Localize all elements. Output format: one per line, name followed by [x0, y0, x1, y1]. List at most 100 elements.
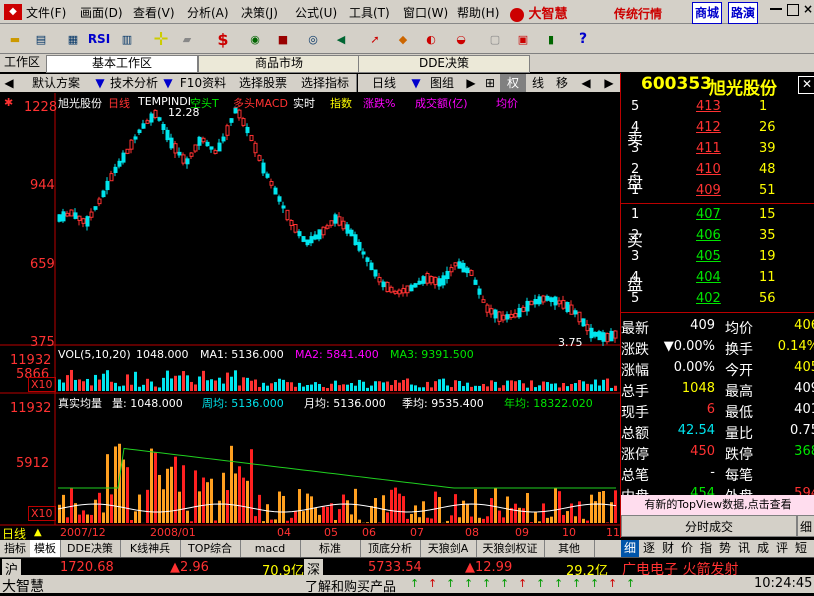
tab-move[interactable]: 移 — [550, 74, 575, 92]
menu-help[interactable]: 帮助(H) — [457, 4, 499, 21]
tab-indicator[interactable]: 指标 — [0, 540, 31, 557]
restore-icon[interactable] — [787, 4, 799, 16]
square-icon[interactable]: ■ — [272, 28, 294, 50]
ask-row[interactable]: 341139 — [621, 139, 814, 160]
grid-icon[interactable]: ▦ — [62, 28, 84, 50]
subtab[interactable]: 势 — [716, 540, 734, 557]
tab-sirius-warrant[interactable]: 天狼剑权证 — [476, 540, 545, 557]
binoculars-icon[interactable]: ◎ — [302, 28, 324, 50]
subtab[interactable]: 逐 — [640, 540, 658, 557]
candle-body — [306, 240, 309, 245]
tab-daily[interactable]: 日线 — [358, 74, 411, 92]
volume-bar — [474, 386, 477, 391]
tab-f10[interactable]: F10资料 — [174, 74, 233, 92]
tab-select-stock[interactable]: 选择股票 — [232, 74, 295, 92]
tab-other[interactable]: 其他 — [544, 540, 595, 557]
left-arrow-icon[interactable]: ◀ — [0, 74, 19, 92]
crosshair-icon[interactable]: ✛ — [150, 28, 172, 50]
status-hint[interactable]: 了解和购买产品 — [305, 576, 396, 595]
menu-analysis[interactable]: 分析(A) — [187, 4, 229, 21]
ask-row[interactable]: 140951 — [621, 181, 814, 202]
arrow-icon[interactable]: ➚ — [364, 28, 386, 50]
subtab[interactable]: 成 — [754, 540, 772, 557]
shop-button[interactable]: 商城 — [692, 2, 722, 24]
rsi-icon[interactable]: RSI — [86, 28, 112, 50]
tab-top[interactable]: TOP综合 — [180, 540, 241, 557]
tab-scroll[interactable] — [594, 540, 620, 557]
ask-row[interactable]: 54131 — [621, 97, 814, 118]
glasses-icon[interactable]: ◉ — [244, 28, 266, 50]
ask-row[interactable]: 441226 — [621, 118, 814, 139]
triangle-icon[interactable]: ▲ — [34, 527, 44, 537]
tab-template[interactable]: 模板 — [30, 540, 61, 557]
tab-tech-analysis[interactable]: 技术分析 — [106, 74, 163, 92]
right-arrow-icon[interactable]: ▶ — [598, 74, 621, 92]
roadshow-button[interactable]: 路演 — [728, 2, 758, 24]
tab-line[interactable]: 线 — [526, 74, 551, 92]
tab-dde[interactable]: DDE决策 — [60, 540, 121, 557]
topview-notice[interactable]: 有新的TopView数据,点击查看 — [621, 495, 814, 515]
candle-body — [462, 263, 465, 272]
ask-row[interactable]: 241048 — [621, 160, 814, 181]
tab-default-scheme[interactable]: 默认方案 — [18, 74, 95, 92]
left-arrow-icon[interactable]: ◀ — [574, 74, 599, 92]
tab-commodity-market[interactable]: 商品市场 — [198, 55, 360, 73]
tab-rights[interactable]: 权 — [500, 74, 527, 92]
tab-standard[interactable]: 标准 — [300, 540, 361, 557]
grid-toggle-icon[interactable]: ⊞ — [480, 74, 501, 92]
right-arrow-icon[interactable]: ▶ — [462, 74, 481, 92]
menu-window[interactable]: 窗口(W) — [403, 4, 448, 21]
line-icon[interactable]: ◒ — [450, 28, 472, 50]
tab-kline[interactable]: K线神兵 — [120, 540, 181, 557]
tab-dde-decision[interactable]: DDE决策 — [358, 55, 530, 73]
menu-formula[interactable]: 公式(U) — [295, 4, 337, 21]
window-icon[interactable]: ▣ — [512, 28, 534, 50]
subtab[interactable]: 价 — [678, 540, 696, 557]
subtab[interactable]: 指 — [697, 540, 715, 557]
bid-row[interactable]: 440411 — [621, 268, 814, 289]
tab-basic-workspace[interactable]: 基本工作区 — [46, 55, 198, 73]
settings-icon[interactable]: ✱ — [4, 96, 13, 109]
menu-view-screen[interactable]: 画面(D) — [80, 4, 123, 21]
subtab[interactable]: 讯 — [735, 540, 753, 557]
tab-topbottom[interactable]: 顶底分析 — [360, 540, 421, 557]
table-icon[interactable]: ▥ — [116, 28, 138, 50]
ruler-icon[interactable]: ▰ — [176, 28, 198, 50]
close-icon[interactable]: × — [803, 2, 813, 16]
subtab[interactable]: 细 — [621, 540, 639, 557]
minimize-icon[interactable] — [770, 5, 782, 10]
trades-button[interactable]: 分时成交 — [621, 515, 797, 537]
avg-volume-bar — [342, 495, 345, 523]
circle-icon[interactable]: ◐ — [420, 28, 442, 50]
tab-select-indicator[interactable]: 选择指标 — [294, 74, 357, 92]
chart-icon[interactable]: ▤ — [30, 28, 52, 50]
subtab[interactable]: 评 — [773, 540, 791, 557]
subtab[interactable]: 短 — [792, 540, 810, 557]
menu-file[interactable]: 文件(F) — [26, 4, 66, 21]
sz-index: 5733.54 — [368, 560, 422, 575]
tab-macd[interactable]: macd — [240, 540, 301, 557]
clipboard-icon[interactable]: ▢ — [484, 28, 506, 50]
menu-view[interactable]: 查看(V) — [133, 4, 175, 21]
diamond-icon[interactable]: ◆ — [392, 28, 414, 50]
tab-chart-group[interactable]: 图组 — [422, 74, 463, 92]
speaker-icon[interactable]: ◀ — [330, 28, 352, 50]
subtab[interactable]: 财 — [659, 540, 677, 557]
bid-row[interactable]: 140715 — [621, 205, 814, 226]
chart-area[interactable] — [0, 93, 620, 540]
help-icon[interactable]: ? — [572, 28, 594, 50]
bid-row[interactable]: 240635 — [621, 226, 814, 247]
open-folder-icon[interactable]: ▬ — [4, 28, 26, 50]
close-panel-icon[interactable]: ✕ — [798, 76, 814, 94]
menu-tools[interactable]: 工具(T) — [349, 4, 390, 21]
books-icon[interactable]: ▮ — [540, 28, 562, 50]
tab-sirius-a[interactable]: 天狼剑A — [420, 540, 477, 557]
volume-bar — [450, 387, 453, 391]
dollar-icon[interactable]: $ — [212, 28, 234, 50]
menu-decision[interactable]: 决策(J) — [241, 4, 278, 21]
bid-row[interactable]: 540256 — [621, 289, 814, 310]
candle-body — [150, 114, 153, 122]
bid-row[interactable]: 340519 — [621, 247, 814, 268]
volume-bar — [246, 378, 249, 391]
detail-button[interactable]: 细 — [797, 515, 814, 537]
